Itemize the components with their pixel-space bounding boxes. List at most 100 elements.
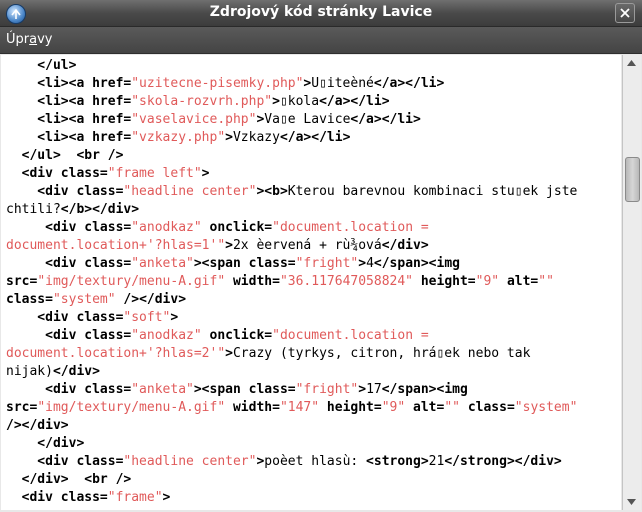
text-token: chtili? [6,202,61,217]
scroll-down-arrow-icon[interactable] [627,499,636,505]
text-token: ▯kola [279,94,320,109]
menu-bar: Úpravy [0,27,642,54]
tag-token: <li><a href= [6,94,132,109]
code-line: src="img/textury/menu-A.gif" width="147"… [6,399,621,417]
tag-token: width= [225,274,280,289]
code-line: </div> <br /> [6,471,621,489]
code-line: <div class="anketa"><span class="fright"… [6,381,621,399]
tag-token: ><span class= [193,256,296,271]
code-line: <li><a href="uzitecne-pisemky.php">U▯ite… [6,75,621,93]
attr-value-token: "skola-rozvrh.php" [131,94,273,109]
menu-upravy-mnemonic: a [29,32,38,47]
tag-token: class= [6,292,53,307]
attr-value-token: "frame left" [107,166,202,181]
tag-token: <li><a href= [6,112,132,127]
tag-token: </span><img [373,256,460,271]
attr-value-token: document.location+'?hlas=1'" [6,238,226,253]
code-line: chtili?</b></div> [6,201,621,219]
text-token: 4 [366,256,374,271]
tag-token: <div class= [6,256,132,271]
tag-token: <div class= [6,490,108,505]
attr-value-token: "uzitecne-pisemky.php" [131,76,304,91]
tag-token: > [225,130,233,145]
attr-value-token: "document.location = [272,220,429,235]
attr-value-token: "vzkazy.php" [131,130,226,145]
tag-token: class= [460,400,515,415]
text-token: Va▯e Lavice [264,112,351,127]
attr-value-token: "anketa" [131,256,194,271]
tag-token: /></div> [6,418,69,433]
tag-token: </strong></div> [444,454,562,469]
code-line: <li><a href="vaselavice.php">Va▯e Lavice… [6,111,621,129]
attr-value-token: "36.117647058824" [279,274,414,289]
tag-token: </span><img [381,382,468,397]
source-code-view[interactable]: </ul> <li><a href="uzitecne-pisemky.php"… [1,55,621,510]
tag-token: </ul> [6,58,77,73]
tag-token: height= [319,400,382,415]
tag-token: > [162,490,171,505]
code-line: src="img/textury/menu-A.gif" width="36.1… [6,273,621,291]
tag-token: height= [413,274,476,289]
code-line: </div> [6,435,621,453]
text-token: 2x èervená + rù¾ová [232,238,382,253]
attr-value-token: "9" [475,274,500,289]
scrollbar-thumb[interactable] [625,157,640,202]
text-token: U▯iteèné [311,76,374,91]
menu-upravy[interactable]: Úpravy [6,32,52,47]
code-line: <div class="headline center">poèet hlasù… [6,453,621,471]
text-token: poèet hlasù: [264,454,367,469]
tag-token: <li><a href= [6,130,132,145]
tag-token: > [170,310,179,325]
code-line: <div class="anodkaz" onclick="document.l… [6,327,621,345]
tag-token: <strong> [366,454,429,469]
menu-upravy-post: vy [37,32,53,47]
attr-value-token: "system" [514,400,578,415]
attr-value-token: "headline center" [123,454,257,469]
attr-value-token: "headline center" [123,184,257,199]
text-token: 17 [366,382,382,397]
attr-value-token: "img/textury/menu-A.gif" [37,274,226,289]
attr-value-token: "" [538,274,554,289]
attr-value-token: "anodkaz" [131,328,202,343]
text-token: Kterou barevnou kombinaci stu▯ek jste [287,184,578,199]
code-line: /></div> [6,417,621,435]
code-line: <div class="frame"> [6,489,621,507]
tag-token: ><b> [256,184,288,199]
attr-value-token: "147" [279,400,320,415]
vertical-scrollbar[interactable] [622,55,641,510]
tag-token: <div class= [6,166,108,181]
tag-token: src= [6,274,38,289]
code-line: <div class="anodkaz" onclick="document.l… [6,219,621,237]
tag-token: <div class= [6,220,132,235]
code-line: class="system" /></div> [6,291,621,309]
tag-token: </div> [52,364,100,379]
attr-value-token: "anketa" [131,382,194,397]
tag-token: ><span class= [193,382,296,397]
text-token: Crazy (tyrkys, citron, hrá▯ek nebo tak [232,346,531,361]
close-icon [620,8,630,18]
tag-token: width= [225,400,280,415]
menu-upravy-pre: Úpr [6,32,30,47]
attr-value-token: "9" [381,400,406,415]
tag-token: <div class= [6,328,132,343]
code-line: <div class="anketa"><span class="fright"… [6,255,621,273]
tag-token: <div class= [6,310,124,325]
code-line: </ul> <br /> [6,147,621,165]
tag-token: onclick= [201,220,273,235]
attr-value-token: "frame" [107,490,163,505]
code-line: <div class="soft"> [6,309,621,327]
tag-token: </ul> <br /> [6,148,124,163]
tag-token: <div class= [6,382,132,397]
tag-token: </a></li> [350,112,421,127]
close-button[interactable] [615,3,635,23]
tag-token: /></div> [115,292,187,307]
code-line: <li><a href="vzkazy.php">Vzkazy</a></li> [6,129,621,147]
code-line: <div class="headline center"><b>Kterou b… [6,183,621,201]
code-line: <li><a href="skola-rozvrh.php">▯kola</a>… [6,93,621,111]
code-line: <div class="frame left"> [6,165,621,183]
tag-token: > [225,346,233,361]
title-bar[interactable]: Zdrojový kód stránky Lavice [0,0,642,27]
tag-token: onclick= [201,328,273,343]
scroll-up-arrow-icon[interactable] [627,60,636,66]
tag-token: </a></li> [319,94,390,109]
